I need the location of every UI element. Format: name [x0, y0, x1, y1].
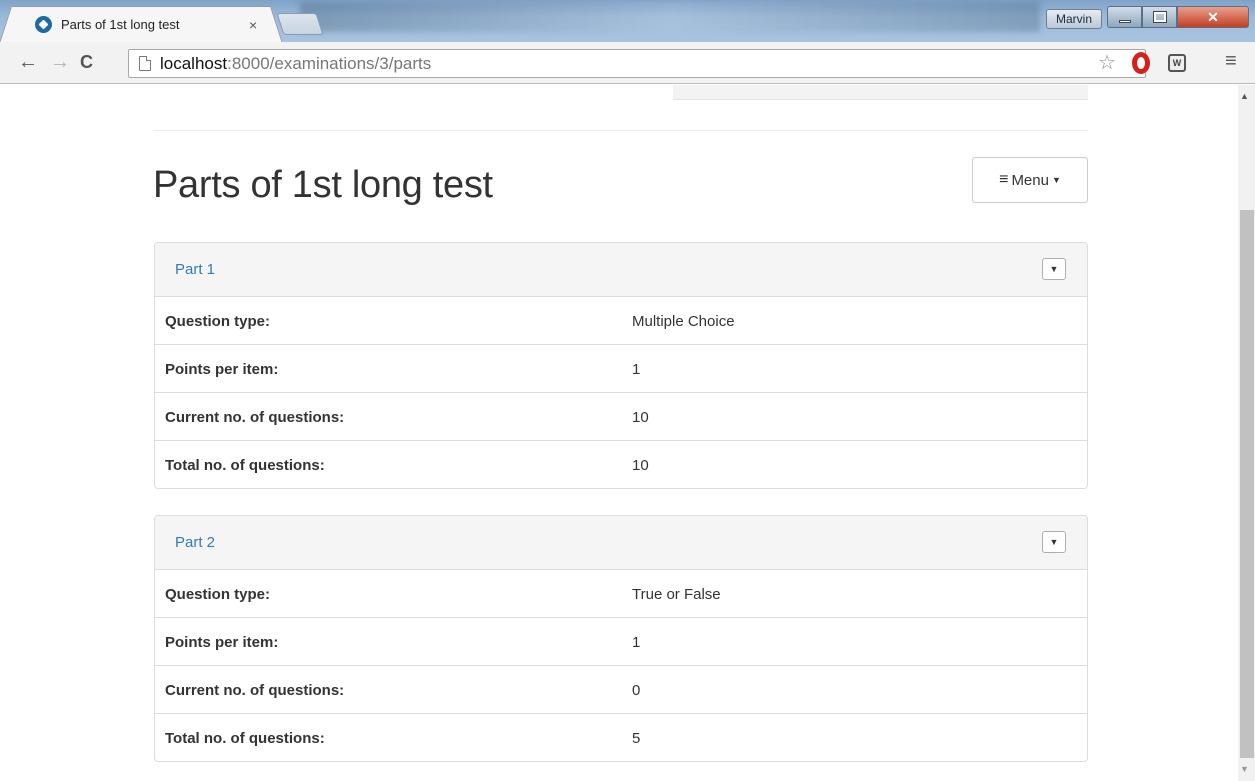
row-value: 5	[632, 730, 641, 747]
table-row: Total no. of questions: 5	[155, 714, 1087, 762]
page-title: Parts of 1st long test	[153, 164, 493, 206]
table-row: Current no. of questions: 10	[155, 393, 1087, 441]
browser-toolbar: ← → C localhost:8000/examinations/3/part…	[0, 42, 1255, 84]
row-value: 10	[632, 457, 649, 474]
window-titlebar: Parts of 1st long test × Marvin ✕	[0, 0, 1255, 42]
reload-icon[interactable]: C	[80, 51, 93, 73]
row-label: Question type:	[165, 586, 271, 603]
profile-button[interactable]: Marvin	[1046, 9, 1102, 29]
row-label: Total no. of questions:	[165, 730, 325, 747]
url-path: :8000/examinations/3/parts	[227, 53, 432, 73]
address-bar[interactable]: localhost:8000/examinations/3/parts	[128, 49, 1146, 78]
browser-tab[interactable]: Parts of 1st long test ×	[10, 6, 272, 42]
titlebar-background	[300, 2, 1040, 32]
table-row: Total no. of questions: 10	[155, 441, 1087, 489]
table-row: Points per item: 1	[155, 618, 1087, 666]
panel-heading: Part 1 ▼	[155, 243, 1087, 297]
top-content-strip	[673, 85, 1088, 100]
row-label: Points per item:	[165, 634, 279, 651]
url-host: localhost	[160, 53, 228, 73]
panel-dropdown-toggle[interactable]: ▼	[1042, 531, 1066, 553]
row-label: Question type:	[165, 313, 271, 330]
hamburger-menu-icon: ≡	[999, 171, 1009, 188]
table-row: Question type: Multiple Choice	[155, 297, 1087, 345]
table-row: Current no. of questions: 0	[155, 666, 1087, 714]
extension-icon[interactable]: W	[1168, 54, 1186, 72]
row-value: 1	[632, 361, 641, 378]
row-value: True or False	[632, 586, 721, 603]
back-arrow-icon[interactable]: ←	[18, 51, 38, 73]
new-tab-button[interactable]	[276, 13, 324, 35]
tab-close-icon[interactable]: ×	[249, 17, 257, 33]
bookmark-star-icon[interactable]: ☆	[1098, 50, 1116, 75]
opera-icon[interactable]	[1132, 52, 1150, 74]
panel-dropdown-toggle[interactable]: ▼	[1042, 258, 1066, 280]
scroll-up-arrow-icon[interactable]: ▲	[1240, 91, 1249, 101]
panel-heading: Part 2 ▼	[155, 516, 1087, 570]
part-title-link[interactable]: Part 2	[175, 534, 215, 551]
menu-dropdown-button[interactable]: ≡ Menu ▼	[972, 157, 1088, 203]
table-row: Points per item: 1	[155, 345, 1087, 393]
row-value: 10	[632, 409, 649, 426]
maximize-button[interactable]	[1142, 6, 1177, 28]
divider	[153, 130, 1088, 131]
row-value: Multiple Choice	[632, 313, 735, 330]
hamburger-icon[interactable]: ≡	[1225, 50, 1237, 73]
table-row: Question type: True or False	[155, 570, 1087, 618]
scroll-down-arrow-icon[interactable]: ▼	[1240, 764, 1249, 774]
tab-title: Parts of 1st long test	[61, 17, 180, 32]
part-panel: Part 1 ▼ Question type: Multiple Choice …	[154, 242, 1088, 489]
page-icon	[139, 56, 151, 71]
caret-down-icon: ▼	[1051, 175, 1061, 185]
row-label: Total no. of questions:	[165, 457, 325, 474]
minimize-button[interactable]	[1107, 6, 1142, 28]
row-label: Current no. of questions:	[165, 682, 345, 699]
menu-label: Menu	[1011, 171, 1049, 189]
row-value: 1	[632, 634, 641, 651]
row-label: Points per item:	[165, 361, 279, 378]
site-favicon-icon	[35, 16, 52, 33]
scrollbar-thumb[interactable]	[1240, 210, 1254, 758]
forward-arrow-icon[interactable]: →	[50, 51, 70, 73]
close-window-button[interactable]: ✕	[1177, 6, 1249, 28]
row-value: 0	[632, 682, 641, 699]
row-label: Current no. of questions:	[165, 409, 345, 426]
part-title-link[interactable]: Part 1	[175, 261, 215, 278]
part-panel: Part 2 ▼ Question type: True or False Po…	[154, 515, 1088, 762]
